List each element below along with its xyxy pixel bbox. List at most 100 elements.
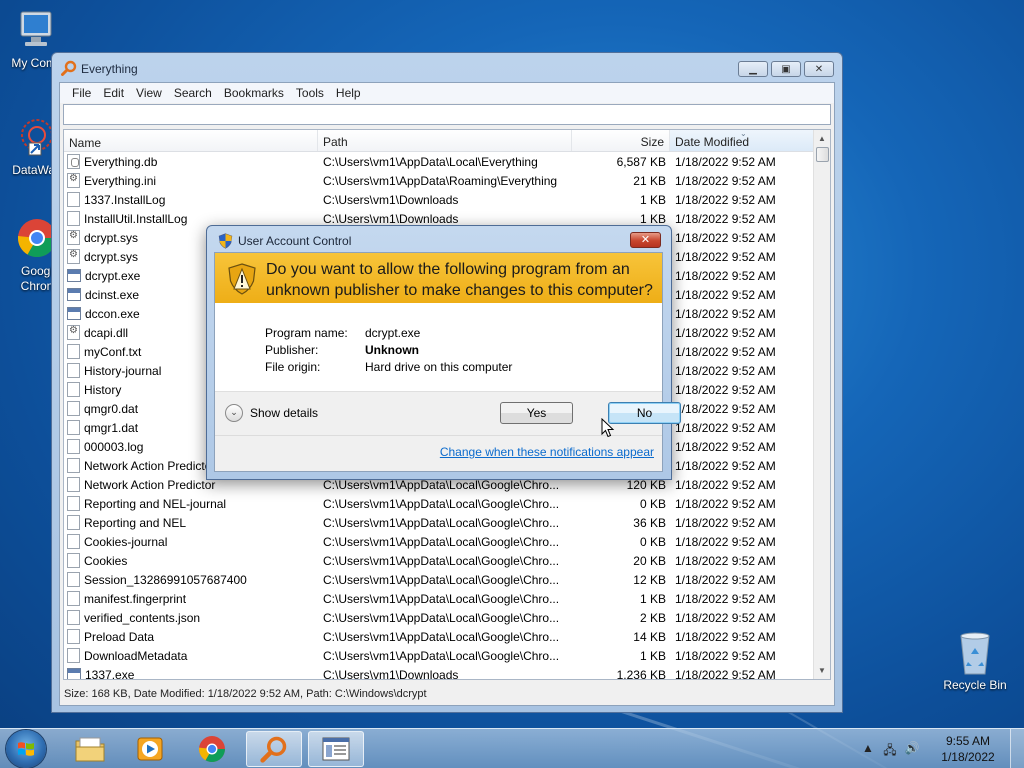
table-row[interactable]: Cookies-journal C:\Users\vm1\AppData\Loca…: [64, 532, 830, 551]
column-header-date-modified[interactable]: ⌄ Date Modified: [670, 130, 822, 151]
row-name-cell: manifest.fingerprint: [64, 591, 318, 606]
menu-help[interactable]: Help: [330, 86, 367, 100]
taskbar-everything[interactable]: [246, 731, 302, 767]
search-input[interactable]: [63, 104, 831, 125]
scroll-down-arrow-icon[interactable]: ▼: [814, 662, 830, 679]
table-row[interactable]: verified_contents.json C:\Users\vm1\AppDa…: [64, 608, 830, 627]
row-name: myConf.txt: [84, 344, 142, 359]
row-name: dccon.exe: [85, 306, 140, 321]
menu-bar: File Edit View Search Bookmarks Tools He…: [60, 83, 834, 103]
row-name-cell: Everything.db: [64, 154, 318, 169]
file-icon: [67, 344, 80, 359]
taskbar-explorer[interactable]: [62, 731, 118, 767]
desktop-icon-label: Recycle Bin: [943, 678, 1007, 692]
row-date: 1/18/2022 9:52 AM: [675, 306, 776, 321]
table-row[interactable]: Cookies C:\Users\vm1\AppData\Local\Google…: [64, 551, 830, 570]
uac-banner: Do you want to allow the following progr…: [215, 253, 662, 303]
column-header-size[interactable]: Size: [572, 130, 670, 151]
row-name: 000003.log: [84, 439, 144, 454]
window-titlebar[interactable]: Everything ▁ ▣ ✕: [52, 53, 842, 83]
row-size: 1 KB: [639, 211, 666, 226]
network-icon[interactable]: 🖧: [882, 741, 898, 757]
no-button[interactable]: No: [608, 402, 681, 424]
divider: [215, 435, 662, 436]
clock-time: 9:55 AM: [945, 734, 991, 748]
uac-question-line-2: unknown publisher to make changes to thi…: [266, 282, 653, 299]
menu-search[interactable]: Search: [168, 86, 218, 100]
chrome-icon: [199, 736, 225, 762]
table-row[interactable]: Everything.ini C:\Users\vm1\AppData\Roami…: [64, 171, 830, 190]
row-date: 1/18/2022 9:52 AM: [675, 629, 776, 644]
row-path: C:\Users\vm1\AppData\Local\Google\Chro..…: [323, 534, 560, 549]
row-name-cell: 1337.exe: [64, 667, 318, 680]
vertical-scrollbar[interactable]: ▲ ▼: [813, 130, 830, 679]
row-path: C:\Users\vm1\AppData\Local\Google\Chro..…: [323, 648, 560, 663]
row-path: C:\Users\vm1\AppData\Local\Google\Chro..…: [323, 553, 560, 568]
notification-settings-link[interactable]: Change when these notifications appear: [440, 445, 654, 459]
taskbar-media-player[interactable]: [122, 731, 178, 767]
desktop-icon-recycle-bin[interactable]: Recycle Bin: [937, 630, 1013, 693]
table-row[interactable]: 1337.exe C:\Users\vm1\Downloads 1,236 KB 1/…: [64, 665, 830, 680]
row-name: Cookies-journal: [84, 534, 168, 549]
maximize-button[interactable]: ▣: [771, 61, 801, 77]
table-row[interactable]: 1337.InstallLog C:\Users\vm1\Downloads 1 K…: [64, 190, 830, 209]
taskbar: ▲ 🖧 🔊 9:55 AM 1/18/2022: [0, 728, 1024, 768]
table-row[interactable]: manifest.fingerprint C:\Users\vm1\AppData…: [64, 589, 830, 608]
warning-shield-icon: [228, 263, 256, 295]
row-name: History-journal: [84, 363, 162, 378]
row-name: Network Action Predictor: [84, 477, 216, 492]
menu-view[interactable]: View: [130, 86, 168, 100]
row-name: 1337.exe: [85, 667, 135, 680]
row-name-cell: Reporting and NEL: [64, 515, 318, 530]
close-button[interactable]: ✕: [804, 61, 834, 77]
start-button[interactable]: [6, 730, 46, 768]
file-icon: [67, 401, 80, 416]
table-row[interactable]: Reporting and NEL C:\Users\vm1\AppData\Lo…: [64, 513, 830, 532]
table-row[interactable]: Reporting and NEL-journal C:\Users\vm1\Ap…: [64, 494, 830, 513]
file-origin-label: File origin:: [265, 360, 321, 374]
menu-file[interactable]: File: [66, 86, 97, 100]
file-icon: [67, 458, 80, 473]
clock[interactable]: 9:55 AM 1/18/2022: [926, 733, 1010, 765]
row-name: InstallUtil.InstallLog: [84, 211, 188, 226]
column-header-name[interactable]: Name: [64, 130, 318, 151]
menu-tools[interactable]: Tools: [290, 86, 330, 100]
row-date: 1/18/2022 9:52 AM: [675, 344, 776, 359]
row-date: 1/18/2022 9:52 AM: [675, 610, 776, 625]
row-date: 1/18/2022 9:52 AM: [675, 325, 776, 340]
taskbar-chrome[interactable]: [184, 731, 240, 767]
table-row[interactable]: Preload Data C:\Users\vm1\AppData\Local\G…: [64, 627, 830, 646]
uac-close-button[interactable]: ✕: [630, 232, 661, 248]
column-header-path[interactable]: Path: [318, 130, 572, 151]
row-path: C:\Users\vm1\Downloads: [323, 667, 459, 680]
scroll-up-arrow-icon[interactable]: ▲: [814, 130, 830, 147]
uac-dialog[interactable]: User Account Control ✕ Do you want to al…: [206, 225, 681, 480]
menu-bookmarks[interactable]: Bookmarks: [218, 86, 290, 100]
show-details-toggle[interactable]: ⌄ Show details: [225, 404, 318, 422]
table-row[interactable]: Session_13286991057687400 C:\Users\vm1\Ap…: [64, 570, 830, 589]
taskbar-uac-app[interactable]: [308, 731, 364, 767]
file-icon: [67, 439, 80, 454]
show-desktop-button[interactable]: [1010, 729, 1024, 768]
row-size: 20 KB: [633, 553, 666, 568]
minimize-button[interactable]: ▁: [738, 61, 768, 77]
row-name: History: [84, 382, 122, 397]
row-date: 1/18/2022 9:52 AM: [675, 230, 776, 245]
row-size: 21 KB: [633, 173, 666, 188]
volume-icon[interactable]: 🔊: [904, 741, 920, 757]
computer-icon: [15, 8, 59, 52]
show-hidden-icons-arrow-icon[interactable]: ▲: [860, 741, 876, 757]
row-name: Preload Data: [84, 629, 155, 644]
recycle-bin-icon: [953, 630, 997, 675]
table-row[interactable]: Everything.db C:\Users\vm1\AppData\Local\…: [64, 152, 830, 171]
row-size: 1,236 KB: [616, 667, 666, 680]
menu-edit[interactable]: Edit: [97, 86, 130, 100]
row-size: 1 KB: [639, 192, 666, 207]
table-row[interactable]: DownloadMetadata C:\Users\vm1\AppData\Loc…: [64, 646, 830, 665]
uac-button-area: ⌄ Show details Yes No Change when these …: [215, 391, 681, 471]
scroll-thumb[interactable]: [816, 147, 829, 162]
file-icon: [67, 591, 80, 606]
uac-question-line-1: Do you want to allow the following progr…: [266, 261, 630, 278]
yes-button[interactable]: Yes: [500, 402, 573, 424]
row-date: 1/18/2022 9:52 AM: [675, 477, 776, 492]
